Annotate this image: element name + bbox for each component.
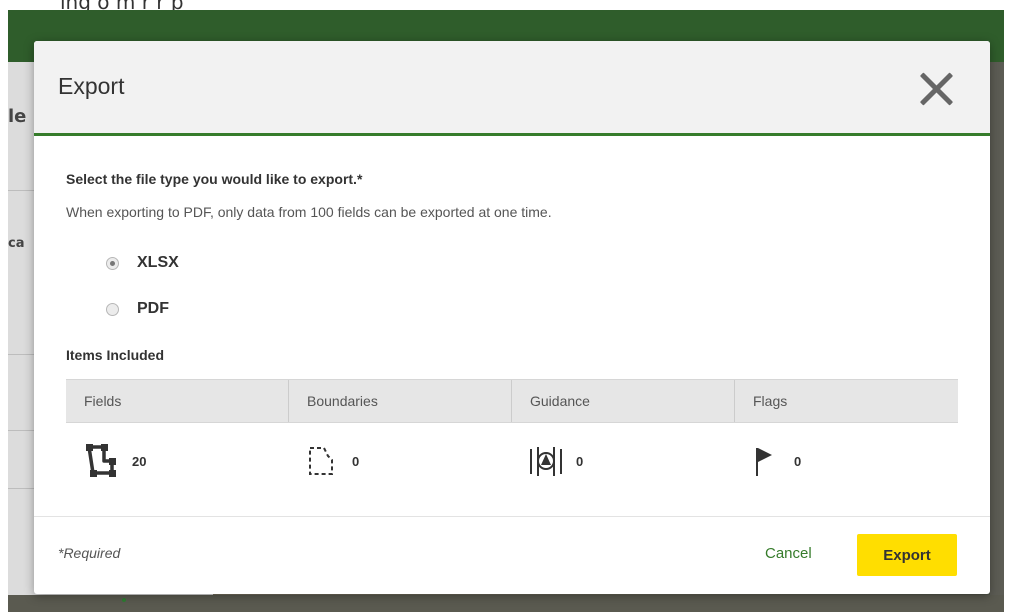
column-header-boundaries: Boundaries — [307, 393, 378, 409]
background-dot — [122, 598, 126, 602]
header-accent-line — [34, 133, 990, 136]
export-button[interactable]: Export — [857, 534, 957, 576]
guidance-count: 0 — [576, 453, 584, 469]
column-header-guidance: Guidance — [530, 393, 590, 409]
radio-unselected-icon[interactable] — [106, 302, 119, 316]
boundaries-count: 0 — [352, 453, 360, 469]
boundary-dashed-icon — [309, 447, 333, 475]
guidance-cell: 0 — [528, 439, 583, 483]
fields-count: 20 — [132, 453, 147, 469]
items-included-heading: Items Included — [66, 347, 165, 363]
column-header-flags: Flags — [753, 393, 788, 409]
required-note: *Required — [58, 545, 121, 561]
footer-divider — [34, 516, 990, 517]
file-type-label: XLSX — [137, 254, 179, 271]
guidance-icon — [530, 447, 562, 476]
file-type-prompt: Select the file type you would like to e… — [66, 171, 363, 187]
file-type-option-xlsx[interactable]: XLSX — [106, 252, 179, 274]
file-type-option-pdf[interactable]: PDF — [106, 298, 169, 320]
dialog-header: Export — [34, 41, 990, 134]
field-boundary-solid-icon — [86, 444, 116, 477]
pdf-limit-note: When exporting to PDF, only data from 10… — [66, 204, 552, 220]
flags-count: 0 — [794, 453, 802, 469]
sidebar-text-fragment: le — [8, 106, 27, 127]
flag-icon — [756, 448, 772, 476]
flags-cell: 0 — [752, 439, 801, 483]
map-edge — [990, 62, 1004, 612]
boundaries-cell: 0 — [306, 439, 359, 483]
cancel-button[interactable]: Cancel — [765, 545, 812, 562]
dialog-title: Export — [58, 73, 125, 99]
export-dialog: Export Select the file type you would li… — [34, 41, 990, 594]
map-strip — [8, 595, 1004, 612]
radio-selected-icon[interactable] — [106, 256, 119, 270]
sidebar-text-fragment: ca — [8, 236, 25, 251]
file-type-label: PDF — [137, 300, 169, 317]
table-header-row: Fields Boundaries Guidance Flags — [66, 379, 958, 423]
close-icon[interactable] — [918, 71, 954, 107]
column-header-fields: Fields — [84, 393, 122, 409]
fields-cell: 20 — [84, 439, 146, 483]
